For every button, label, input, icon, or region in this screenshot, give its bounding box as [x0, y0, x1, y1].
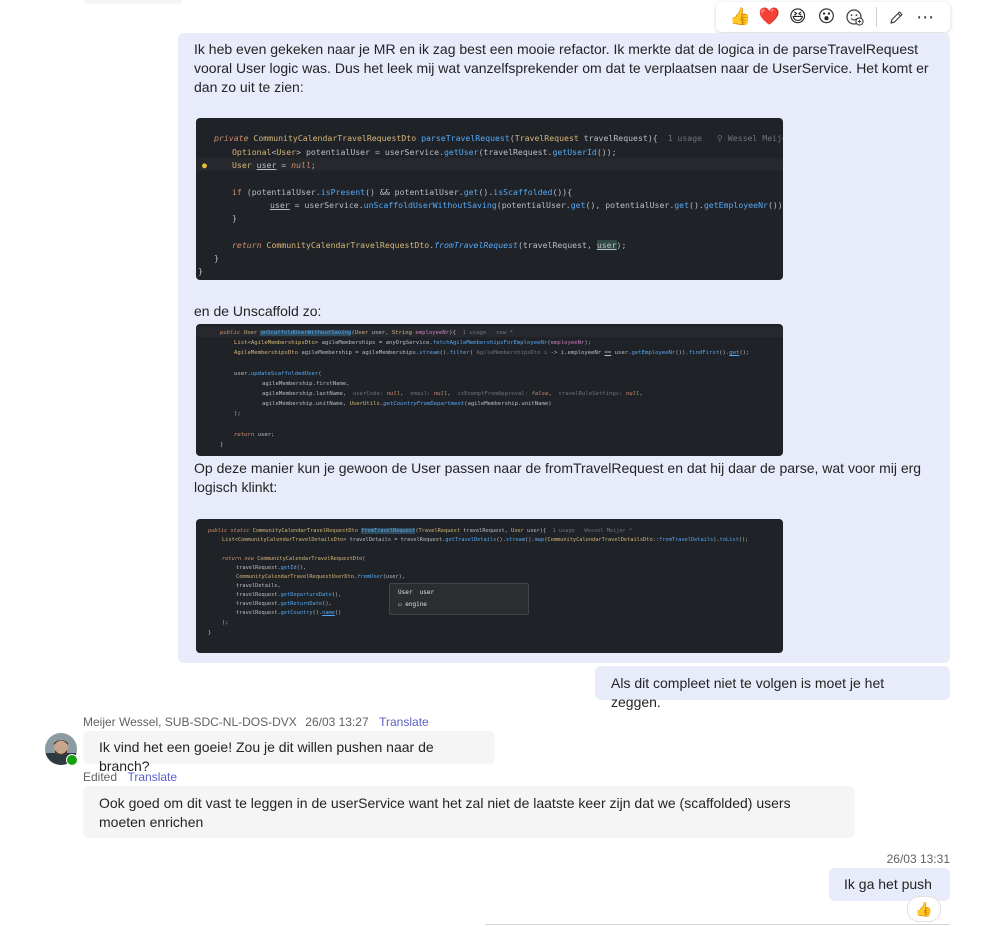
code-screenshot-parse-travel-request: private CommunityCalendarTravelRequestDt… — [196, 118, 783, 280]
heart-emoji-icon[interactable]: ❤️ — [755, 2, 784, 32]
edited-label: Edited — [83, 770, 118, 784]
surprised-emoji-icon[interactable]: 😮 — [812, 2, 841, 32]
code3-line-6: CommunityCalendarTravelRequestUserDto.fr… — [236, 574, 406, 580]
self-message-time: 26/03 13:31 — [886, 852, 950, 866]
code1-line-2: Optional<User> potentialUser = userServi… — [232, 147, 617, 157]
code2-line-6: agileMembership.firstName, — [262, 381, 350, 387]
code1-line-5: if (potentialUser.isPresent() && potenti… — [232, 187, 573, 197]
code3-popup-line2: ▭ engine — [398, 601, 427, 608]
message-paragraph-3: Op deze manier kun je gewoon de User pas… — [194, 460, 922, 495]
code3-line-8: travelRequest.getDepartureDate(), — [236, 592, 342, 598]
pencil-icon — [890, 10, 904, 24]
edit-icon[interactable] — [883, 2, 912, 32]
message-edited-row: Edited Translate — [83, 768, 177, 786]
translate-link[interactable]: Translate — [379, 715, 429, 729]
bottom-divider — [485, 924, 950, 925]
code3-line-5: travelRequest.getId(), — [236, 565, 307, 571]
like-reaction-badge[interactable]: 👍 — [907, 896, 941, 922]
code1-line-9: return CommunityCalendarTravelRequestDto… — [232, 240, 627, 250]
code1-line-1: private CommunityCalendarTravelRequestDt… — [214, 133, 783, 143]
like-emoji-icon[interactable]: 👍 — [726, 2, 755, 32]
message-paragraph-1: Ik heb even gekeken naar je MR en ik zag… — [194, 41, 929, 95]
code-screenshot-unscaffold: public User unScaffoldUserWithoutSaving(… — [196, 324, 783, 456]
code3-line-10: travelRequest.getCountry().name() — [236, 610, 342, 616]
lightbulb-icon: ● — [202, 160, 207, 170]
other-message-bubble-1: Ik vind het een goeie! Zou je dit willen… — [83, 731, 495, 774]
code2-line-2: List<AgileMembershipsDto> agileMembershi… — [234, 340, 592, 346]
more-options-icon[interactable]: ⋯ — [911, 2, 940, 32]
code3-popup-line1: User user — [398, 589, 435, 596]
code2-line-3: AgileMembershipsDto agileMembership = ag… — [234, 350, 750, 356]
code-screenshot-from-travel-request: public static CommunityCalendarTravelReq… — [196, 519, 783, 653]
code3-line-1: public static CommunityCalendarTravelReq… — [208, 528, 633, 534]
code2-line-5: user.updateScaffoldedUser( — [234, 371, 322, 377]
avatar[interactable] — [45, 733, 78, 766]
code3-line-4: return new CommunityCalendarTravelReques… — [222, 556, 366, 562]
message-reaction-bar: 👍 ❤️ 😆 😮 ⋯ — [716, 2, 950, 32]
reaction-bar-divider — [875, 7, 877, 27]
code2-line-9: ); — [234, 411, 241, 417]
code3-line-2: List<CommunityCalendarTravelDetailsDto> … — [222, 537, 749, 543]
code3-line-7: travelDetails, — [236, 583, 281, 589]
laugh-emoji-icon[interactable]: 😆 — [783, 2, 812, 32]
sender-name: Meijer Wessel, SUB-SDC-NL-DOS-DVX — [83, 715, 297, 729]
code2-line-1: public User unScaffoldUserWithoutSaving(… — [220, 330, 514, 336]
code2-line-7: agileMembership.lastName, userCode: null… — [262, 391, 643, 397]
code1-line-3: User user = null; — [232, 160, 316, 170]
previous-message-tail — [83, 0, 183, 4]
code1-line-6: user = userService.unScaffoldUserWithout… — [270, 200, 783, 210]
code1-line-10: } — [214, 253, 219, 263]
smiley-plus-icon — [846, 9, 864, 26]
other-message-bubble-2: Ook goed om dit vast te leggen in de use… — [83, 786, 855, 838]
code2-line-12: } — [220, 442, 224, 448]
message-time: 26/03 13:27 — [305, 715, 369, 729]
message-paragraph-2: en de Unscaffold zo: — [194, 303, 322, 319]
code3-line-11: ); — [222, 620, 229, 626]
more-reactions-icon[interactable] — [841, 2, 870, 32]
code3-inline-popup: User user ▭ engine — [389, 583, 529, 615]
code1-line-7: } — [232, 213, 237, 223]
code3-line-9: travelRequest.getReturnDate(), — [236, 601, 332, 607]
self-message-bubble-2: Als dit compleet niet te volgen is moet … — [595, 666, 950, 710]
presence-available-icon — [66, 754, 78, 766]
code2-line-11: return user; — [234, 432, 275, 438]
code2-line-8: agileMembership.unitName, UserUtils.getC… — [262, 401, 552, 407]
message-header-other: Meijer Wessel, SUB-SDC-NL-DOS-DVX 26/03 … — [83, 713, 429, 731]
code1-line-11: } — [198, 266, 203, 276]
code3-line-12: } — [208, 630, 212, 636]
translate-link-2[interactable]: Translate — [127, 770, 177, 784]
